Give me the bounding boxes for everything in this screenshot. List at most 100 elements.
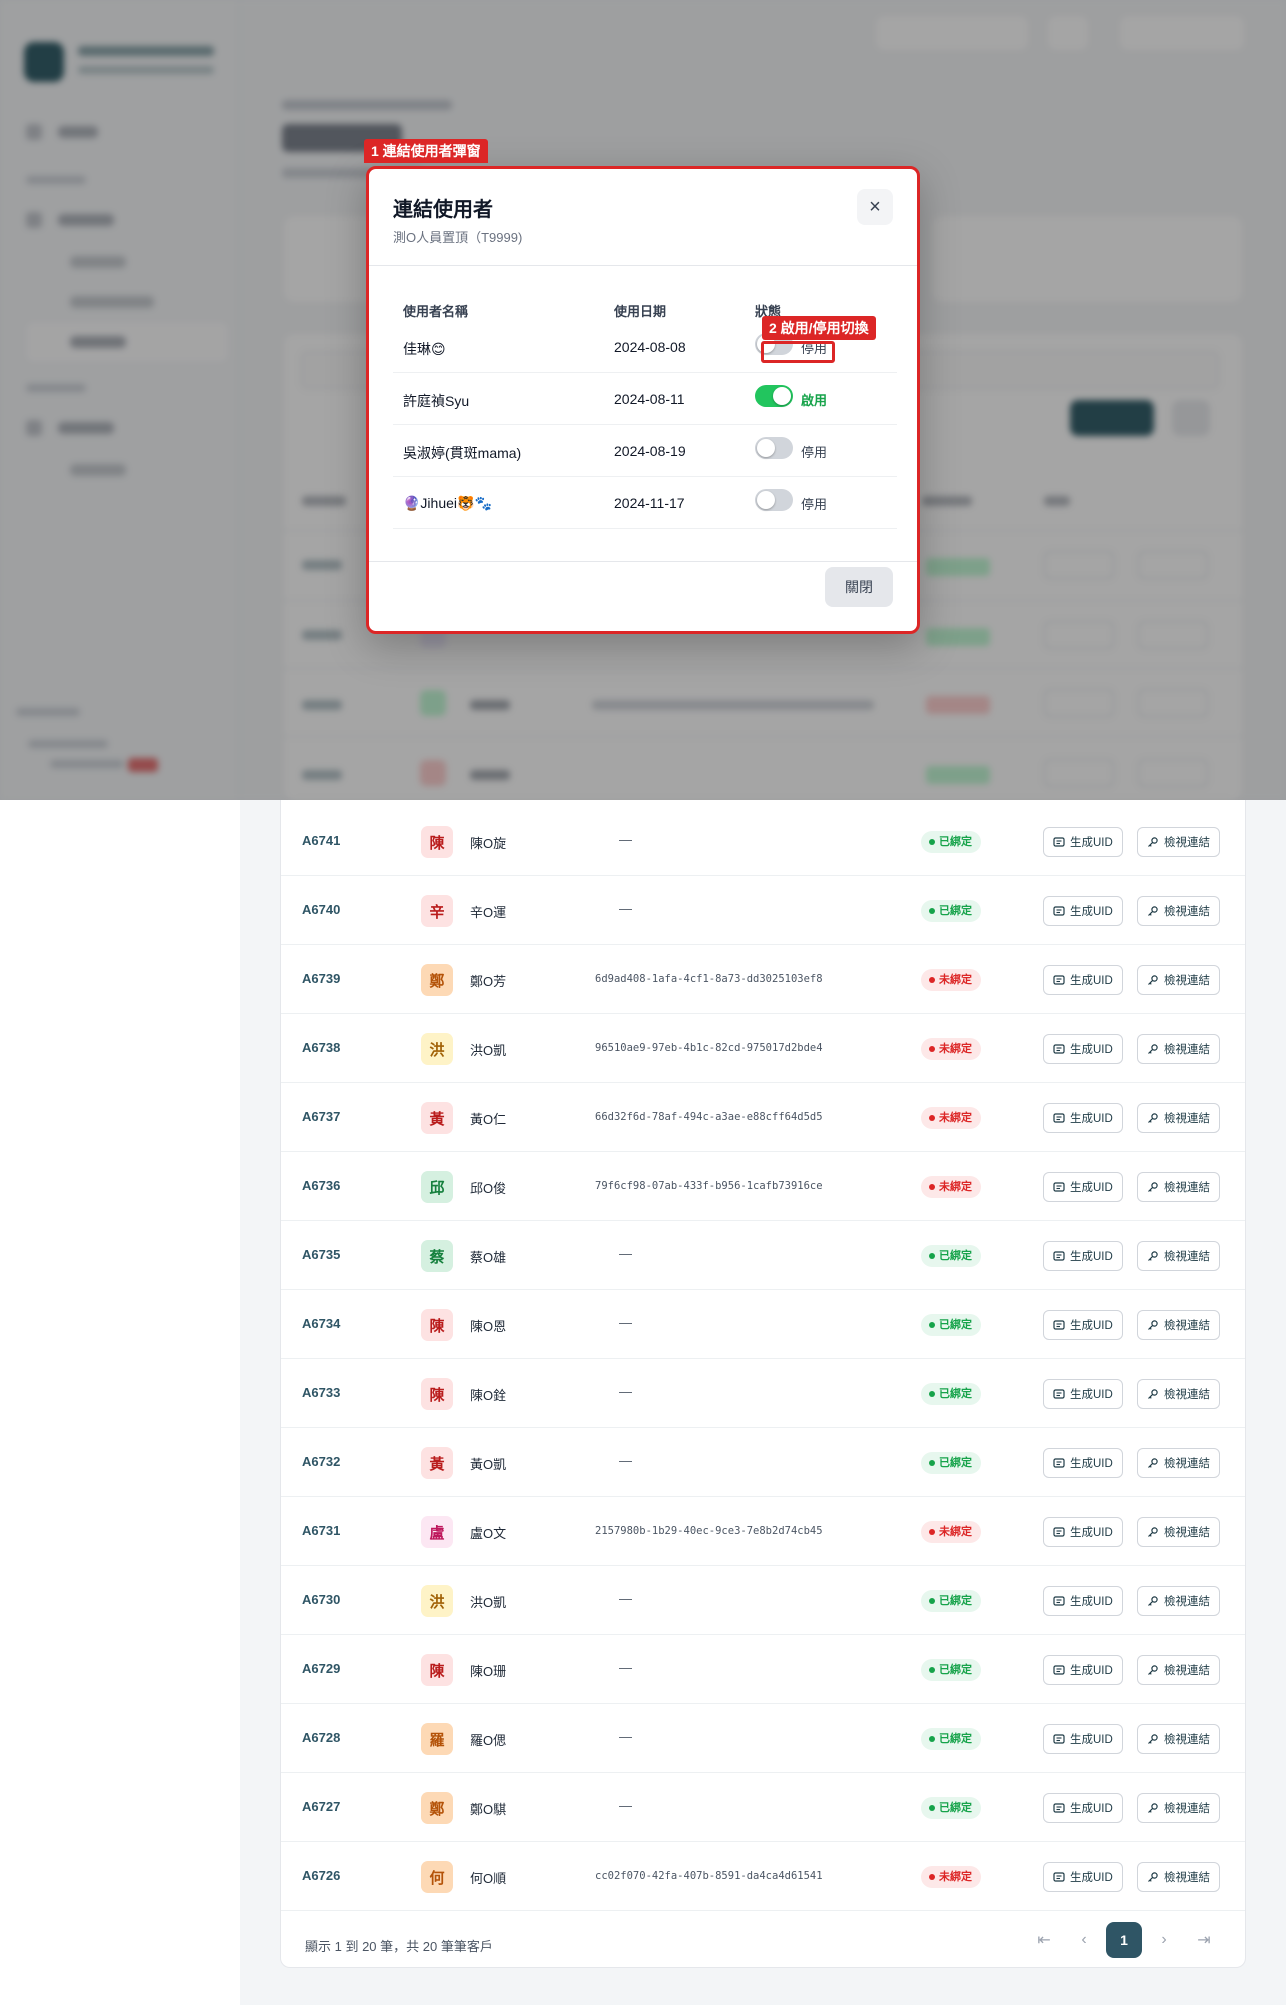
generate-uid-button[interactable]: 生成UID xyxy=(1043,1172,1123,1202)
generate-uid-button[interactable]: 生成UID xyxy=(1043,1793,1123,1823)
customer-name: 洪O凱 xyxy=(470,1595,507,1610)
status-text: 停用 xyxy=(801,497,828,512)
generate-uid-button[interactable]: 生成UID xyxy=(1043,1586,1123,1616)
generate-uid-label: 生成UID xyxy=(1070,1665,1113,1677)
pagination-summary: 顯示 1 到 20 筆，共 20 筆筆客戶 xyxy=(305,1939,493,1954)
view-link-button[interactable]: 檢視連結 xyxy=(1137,1862,1220,1892)
view-link-label: 檢視連結 xyxy=(1164,1320,1210,1332)
customer-id[interactable]: A6733 xyxy=(302,1385,340,1400)
view-link-button[interactable]: 檢視連結 xyxy=(1137,965,1220,995)
generate-uid-button[interactable]: 生成UID xyxy=(1043,1655,1123,1685)
generate-uid-button[interactable]: 生成UID xyxy=(1043,827,1123,857)
customer-id[interactable]: A6732 xyxy=(302,1454,340,1469)
view-link-button[interactable]: 檢視連結 xyxy=(1137,896,1220,926)
status-badge: 已綁定 xyxy=(921,1659,981,1681)
id-card-icon xyxy=(1053,1320,1065,1330)
customer-uid: 96510ae9-97eb-4b1c-82cd-975017d2bde4 xyxy=(595,1042,823,1054)
customer-id[interactable]: A6737 xyxy=(302,1109,340,1124)
generate-uid-button[interactable]: 生成UID xyxy=(1043,1862,1123,1892)
view-link-button[interactable]: 檢視連結 xyxy=(1137,1241,1220,1271)
last-page-icon[interactable]: ⇥ xyxy=(1186,1922,1222,1958)
view-link-button[interactable]: 檢視連結 xyxy=(1137,1379,1220,1409)
view-link-button[interactable]: 檢視連結 xyxy=(1137,1310,1220,1340)
table-row: A6735 蔡 蔡O雄 — 已綁定 生成UID 檢視連結 xyxy=(281,1221,1245,1290)
customer-id[interactable]: A6730 xyxy=(302,1592,340,1607)
id-card-icon xyxy=(1053,1113,1065,1123)
customer-id[interactable]: A6736 xyxy=(302,1178,340,1193)
generate-uid-button[interactable]: 生成UID xyxy=(1043,1448,1123,1478)
status-toggle[interactable] xyxy=(755,489,793,511)
first-page-icon[interactable]: ⇤ xyxy=(1026,1922,1062,1958)
customer-id[interactable]: A6728 xyxy=(302,1730,340,1745)
generate-uid-button[interactable]: 生成UID xyxy=(1043,1724,1123,1754)
generate-uid-button[interactable]: 生成UID xyxy=(1043,1034,1123,1064)
sidebar-continuation xyxy=(0,800,240,2005)
page-button-current[interactable]: 1 xyxy=(1106,1922,1142,1958)
close-icon[interactable]: × xyxy=(857,189,893,225)
customer-name: 辛O運 xyxy=(470,905,507,920)
customer-uid-empty: — xyxy=(619,1798,632,1813)
id-card-icon xyxy=(1053,906,1065,916)
generate-uid-button[interactable]: 生成UID xyxy=(1043,1379,1123,1409)
generate-uid-button[interactable]: 生成UID xyxy=(1043,1103,1123,1133)
view-link-button[interactable]: 檢視連結 xyxy=(1137,1517,1220,1547)
customer-id[interactable]: A6741 xyxy=(302,833,340,848)
status-badge: 已綁定 xyxy=(921,1797,981,1819)
view-link-label: 檢視連結 xyxy=(1164,1182,1210,1194)
view-link-button[interactable]: 檢視連結 xyxy=(1137,1103,1220,1133)
customer-name: 陳O珊 xyxy=(470,1664,507,1679)
generate-uid-button[interactable]: 生成UID xyxy=(1043,896,1123,926)
view-link-label: 檢視連結 xyxy=(1164,837,1210,849)
customer-name: 陳O銓 xyxy=(470,1388,507,1403)
view-link-button[interactable]: 檢視連結 xyxy=(1137,1655,1220,1685)
view-link-button[interactable]: 檢視連結 xyxy=(1137,1034,1220,1064)
customer-id[interactable]: A6740 xyxy=(302,902,340,917)
table-row: A6737 黃 黃O仁 66d32f6d-78af-494c-a3ae-e88cff6… xyxy=(281,1083,1245,1152)
next-page-icon[interactable]: › xyxy=(1146,1922,1182,1958)
customer-id[interactable]: A6734 xyxy=(302,1316,340,1331)
generate-uid-button[interactable]: 生成UID xyxy=(1043,965,1123,995)
view-link-button[interactable]: 檢視連結 xyxy=(1137,1793,1220,1823)
avatar: 陳 xyxy=(421,826,453,858)
generate-uid-button[interactable]: 生成UID xyxy=(1043,1517,1123,1547)
status-badge: 未綁定 xyxy=(921,1866,981,1888)
customer-id[interactable]: A6739 xyxy=(302,971,340,986)
view-link-button[interactable]: 檢視連結 xyxy=(1137,1448,1220,1478)
status-badge: 已綁定 xyxy=(921,1245,981,1267)
avatar: 何 xyxy=(421,1861,453,1893)
id-card-icon xyxy=(1053,1596,1065,1606)
table-row: A6728 羅 羅O偲 — 已綁定 生成UID 檢視連結 xyxy=(281,1704,1245,1773)
modal-divider xyxy=(369,561,917,562)
customer-id[interactable]: A6729 xyxy=(302,1661,340,1676)
view-link-button[interactable]: 檢視連結 xyxy=(1137,1172,1220,1202)
customer-name: 陳O恩 xyxy=(470,1319,507,1334)
modal-close-button[interactable]: 關閉 xyxy=(825,567,893,607)
key-icon xyxy=(1148,1389,1158,1399)
customer-id[interactable]: A6735 xyxy=(302,1247,340,1262)
view-link-label: 檢視連結 xyxy=(1164,906,1210,918)
use-date: 2024-08-19 xyxy=(614,443,686,459)
view-link-label: 檢視連結 xyxy=(1164,1458,1210,1470)
generate-uid-button[interactable]: 生成UID xyxy=(1043,1241,1123,1271)
generate-uid-label: 生成UID xyxy=(1070,1803,1113,1815)
view-link-button[interactable]: 檢視連結 xyxy=(1137,827,1220,857)
status-badge: 已綁定 xyxy=(921,1452,981,1474)
key-icon xyxy=(1148,1320,1158,1330)
customer-name: 何O順 xyxy=(470,1871,507,1886)
key-icon xyxy=(1148,1803,1158,1813)
view-link-button[interactable]: 檢視連結 xyxy=(1137,1586,1220,1616)
prev-page-icon[interactable]: ‹ xyxy=(1066,1922,1102,1958)
user-name: 許庭禎Syu xyxy=(403,393,470,409)
customer-uid: 6d9ad408-1afa-4cf1-8a73-dd3025103ef8 xyxy=(595,973,823,985)
customer-id[interactable]: A6726 xyxy=(302,1868,340,1883)
generate-uid-label: 生成UID xyxy=(1070,975,1113,987)
customer-id[interactable]: A6738 xyxy=(302,1040,340,1055)
view-link-button[interactable]: 檢視連結 xyxy=(1137,1724,1220,1754)
status-toggle[interactable] xyxy=(755,385,793,407)
status-toggle[interactable] xyxy=(755,437,793,459)
customer-id[interactable]: A6731 xyxy=(302,1523,340,1538)
status-badge: 已綁定 xyxy=(921,900,981,922)
customer-name: 蔡O雄 xyxy=(470,1250,507,1265)
generate-uid-button[interactable]: 生成UID xyxy=(1043,1310,1123,1340)
customer-id[interactable]: A6727 xyxy=(302,1799,340,1814)
